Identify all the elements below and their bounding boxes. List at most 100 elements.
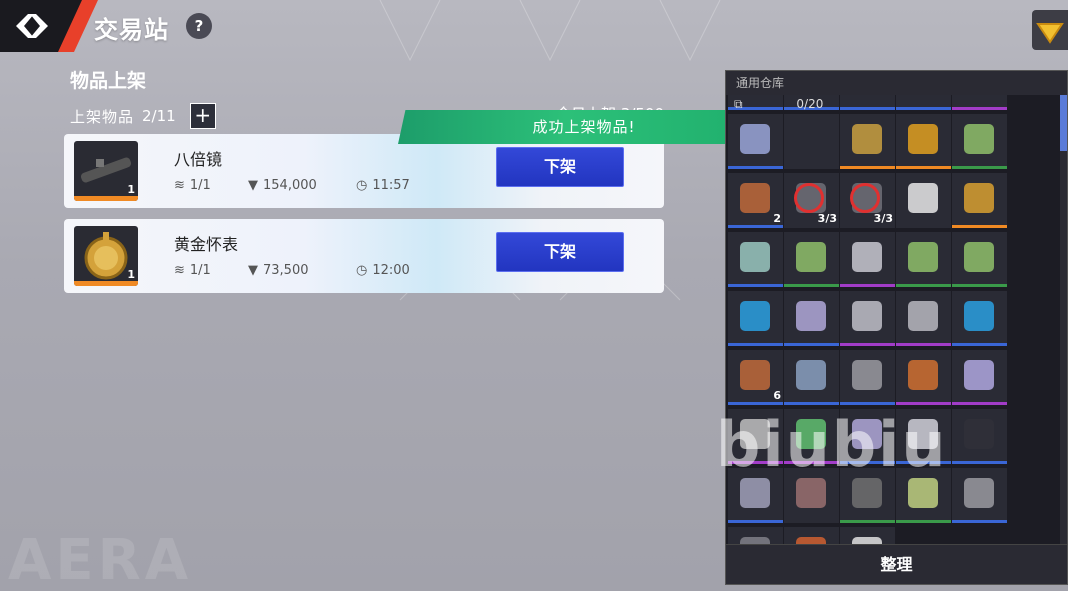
router-icon (964, 419, 994, 449)
stock-stat: ≋ 1/1 (174, 178, 211, 193)
warehouse-slot[interactable] (784, 291, 839, 346)
warehouse-slot[interactable] (896, 114, 951, 169)
add-slot-button[interactable]: + (189, 103, 216, 129)
warehouse-slot[interactable] (840, 527, 895, 545)
warehouse-scrollbar[interactable] (1060, 95, 1067, 545)
banned-icon (794, 183, 824, 213)
stock-value: 1/1 (189, 263, 211, 278)
cash-icon (796, 242, 826, 272)
rarity-bar (728, 284, 783, 287)
rarity-bar (896, 284, 951, 287)
cloth-icon (964, 360, 994, 390)
rarity-bar (728, 225, 783, 228)
rarity-bar (840, 284, 895, 287)
warehouse-slot[interactable] (784, 114, 839, 169)
stock-stat: ≋ 1/1 (174, 263, 211, 278)
help-icon[interactable]: ? (186, 13, 212, 39)
listing-card: 1 黄金怀表 ≋ 1/1 ▼ 73,500 ◷ 12:00 下架 (64, 219, 664, 293)
unlist-button[interactable]: 下架 (496, 232, 624, 272)
battery-icon (740, 242, 770, 272)
stock-value: 1/1 (189, 178, 211, 193)
warehouse-slot[interactable]: 2 (728, 173, 783, 228)
comb-icon (908, 301, 938, 331)
warehouse-slot[interactable] (728, 527, 783, 545)
warehouse-slot[interactable] (840, 95, 895, 110)
warehouse-slot[interactable] (728, 114, 783, 169)
warehouse-slot[interactable] (840, 291, 895, 346)
motor-icon (852, 360, 882, 390)
currency-button[interactable] (1032, 10, 1068, 50)
warehouse-slot[interactable] (840, 232, 895, 287)
gem-icon (1036, 23, 1064, 44)
background-logo: AERA (8, 528, 193, 591)
item-qty: 1 (127, 268, 135, 281)
motor-icon (964, 478, 994, 508)
warehouse-slot[interactable]: 6 (728, 350, 783, 405)
sort-button[interactable]: 整理 (726, 544, 1067, 584)
price-value: 154,000 (263, 178, 317, 193)
warehouse-slots: ⧉ 0/20 (734, 97, 834, 112)
time-stat: ◷ 11:57 (356, 178, 410, 193)
straws-icon (796, 301, 826, 331)
rarity-bar (728, 402, 783, 405)
item-thumbnail: 1 (74, 141, 138, 201)
device-icon (964, 301, 994, 331)
warehouse-slot[interactable] (952, 114, 1007, 169)
warehouse-slot[interactable] (896, 350, 951, 405)
page-title: 交易站 (94, 16, 169, 44)
warehouse-slot[interactable] (896, 173, 951, 228)
stack-icon: ≋ (174, 263, 185, 278)
gauge-icon (852, 478, 882, 508)
rarity-bar (952, 520, 1007, 523)
core-icon (740, 360, 770, 390)
price-stat: ▼ 154,000 (248, 178, 317, 193)
warehouse-slot[interactable] (952, 468, 1007, 523)
cash-icon (908, 242, 938, 272)
warehouse-slot[interactable] (728, 291, 783, 346)
price-stat: ▼ 73,500 (248, 263, 309, 278)
tray-icon (852, 301, 882, 331)
slot-count: 6 (773, 389, 781, 402)
unlist-button[interactable]: 下架 (496, 147, 624, 187)
shell-icon (852, 124, 882, 154)
warehouse-slot[interactable] (784, 232, 839, 287)
gold-bar-icon (908, 124, 938, 154)
warehouse-slot[interactable]: 3/3 (784, 173, 839, 228)
rarity-bar (840, 166, 895, 169)
device-icon (740, 301, 770, 331)
scrollbar-thumb[interactable] (1060, 95, 1067, 151)
core-icon (740, 183, 770, 213)
warehouse-slot[interactable] (952, 173, 1007, 228)
warehouse-slot[interactable] (784, 527, 839, 545)
rarity-bar (952, 166, 1007, 169)
warehouse-slot[interactable] (952, 95, 1007, 110)
rarity-bar (74, 196, 138, 201)
rarity-bar (784, 284, 839, 287)
listed-label: 上架物品 (70, 107, 135, 126)
warehouse-slot[interactable]: 3/3 (840, 173, 895, 228)
dumbbell-icon (964, 183, 994, 213)
rarity-bar (840, 402, 895, 405)
warehouse-slot[interactable] (952, 232, 1007, 287)
stack-icon: ≋ (174, 178, 185, 193)
warehouse-slot[interactable] (840, 350, 895, 405)
warehouse-slot[interactable] (840, 114, 895, 169)
warehouse-slot[interactable] (784, 350, 839, 405)
success-toast: 成功上架物品! (398, 110, 770, 144)
item-name: 黄金怀表 (174, 235, 239, 254)
jar-icon (740, 478, 770, 508)
guitar-icon (796, 478, 826, 508)
warehouse-slot[interactable] (896, 95, 951, 110)
warehouse-slot[interactable] (896, 291, 951, 346)
goblet-icon (852, 242, 882, 272)
phone-icon (740, 124, 770, 154)
rarity-bar (728, 520, 783, 523)
warehouse-slot[interactable] (952, 291, 1007, 346)
rarity-bar (896, 520, 951, 523)
warehouse-slot[interactable] (952, 409, 1007, 464)
warehouse-slot[interactable] (952, 350, 1007, 405)
cash-icon (964, 124, 994, 154)
warehouse-slot[interactable] (728, 232, 783, 287)
warehouse-slot[interactable] (896, 232, 951, 287)
price-icon: ▼ (248, 178, 258, 193)
